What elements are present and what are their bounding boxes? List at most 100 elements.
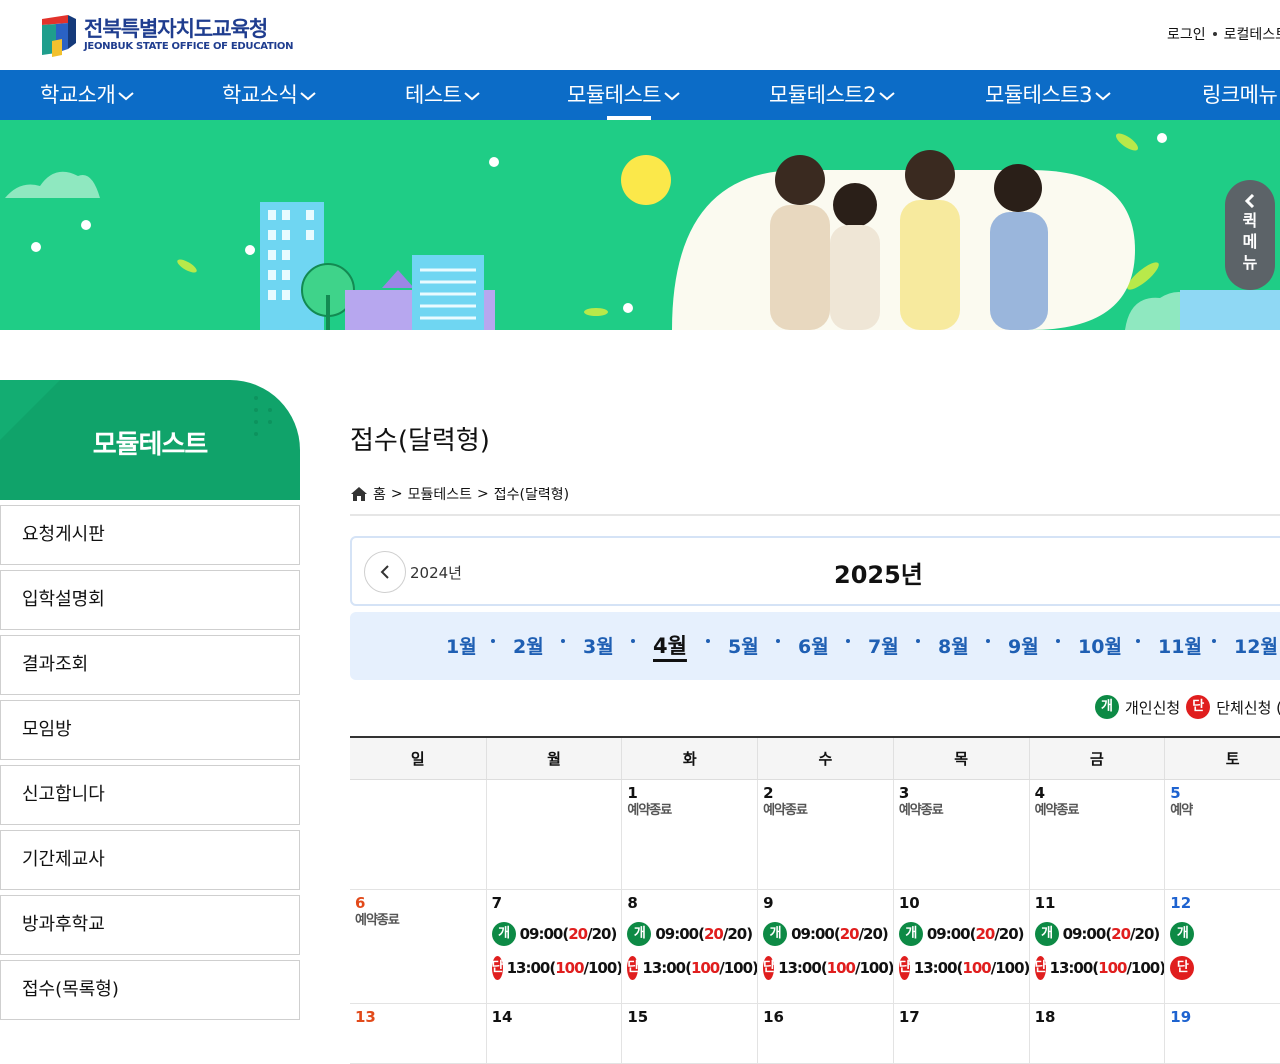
side-nav-item-meeting-room[interactable]: 모임방: [0, 700, 300, 760]
month-tab-10[interactable]: 10월: [1078, 632, 1122, 659]
local-test-link[interactable]: 로컬테스트: [1224, 27, 1280, 43]
login-link[interactable]: 로그인: [1167, 27, 1206, 43]
separator-dot: [1136, 639, 1140, 643]
nav-item-module-test[interactable]: 모듈테스트: [567, 70, 680, 120]
side-nav-item-request-board[interactable]: 요청게시판: [0, 505, 300, 565]
nav-item-link-menu[interactable]: 링크메뉴: [1202, 70, 1278, 120]
calendar-day: 13: [350, 1004, 486, 1063]
day-number: 8: [627, 894, 638, 912]
calendar-day-empty: [485, 780, 622, 889]
group-slot[interactable]: 단 13:00(100/100): [1034, 956, 1164, 980]
nav-label: 모듈테스트: [567, 83, 662, 107]
home-icon[interactable]: [350, 486, 368, 502]
group-legend-label: 단체신청 (: [1216, 698, 1280, 717]
month-tab-9[interactable]: 9월: [1008, 632, 1039, 659]
calendar-day: 12 개 단: [1164, 890, 1280, 1003]
prev-year-label[interactable]: 2024년: [410, 562, 462, 583]
day-number: 4: [1034, 784, 1045, 802]
group-badge: 단: [1034, 956, 1047, 980]
group-badge: 단: [763, 956, 775, 980]
month-tab-4[interactable]: 4월: [653, 630, 687, 660]
individual-slot[interactable]: 개 09:00(20/20): [491, 922, 617, 946]
individual-slot[interactable]: 개 09:00(20/20): [898, 922, 1025, 946]
main-navigation: 학교소개 학교소식 테스트 모듈테스트 모듈테스트2 모듈테스트3 링크메뉴: [0, 70, 1280, 120]
side-nav-item-admission-briefing[interactable]: 입학설명회: [0, 570, 300, 630]
month-tab-6[interactable]: 6월: [798, 632, 829, 659]
weekday-sat: 토: [1164, 738, 1280, 779]
group-badge: 단: [491, 956, 504, 980]
group-slot[interactable]: 단 13:00(100/100): [898, 956, 1029, 980]
prev-year-button[interactable]: [364, 551, 406, 593]
individual-badge: 개: [763, 922, 788, 946]
side-nav-item-report[interactable]: 신고합니다: [0, 765, 300, 825]
breadcrumb-module-test[interactable]: 모듈테스트: [408, 484, 472, 504]
status-closed: 예약종료: [898, 803, 944, 818]
month-tab-7[interactable]: 7월: [868, 632, 899, 659]
month-selector: 1월 2월 3월 4월 5월 6월 7월 8월 9월 10월 11월 12월: [350, 612, 1280, 680]
breadcrumb: 홈 > 모듈테스트 > 접수(달력형): [350, 484, 569, 504]
banner-illustration-icon: [5, 133, 1280, 330]
nav-item-school-intro[interactable]: 학교소개: [40, 70, 134, 120]
slot-total: /20): [1130, 925, 1160, 943]
calendar-day: 17: [892, 1004, 1029, 1063]
separator-dot: [706, 639, 710, 643]
weekday-wed: 수: [757, 738, 893, 779]
individual-badge: 개: [898, 922, 923, 946]
calendar-day: 5 예약: [1164, 780, 1280, 889]
nav-item-module-test-2[interactable]: 모듈테스트2: [769, 70, 895, 120]
breadcrumb-home[interactable]: 홈: [373, 484, 386, 504]
calendar-day: 4 예약종료: [1028, 780, 1165, 889]
individual-badge: 개: [627, 922, 652, 946]
nav-item-module-test-3[interactable]: 모듈테스트3: [985, 70, 1111, 120]
individual-badge: 개: [1034, 922, 1059, 946]
individual-slot[interactable]: 개: [1170, 922, 1280, 946]
day-number: 11: [1034, 894, 1056, 912]
day-number: 3: [898, 784, 910, 802]
site-logo[interactable]: 전북특별자치도교육청 JEONBUK STATE OFFICE OF EDUCA…: [38, 13, 293, 57]
month-tab-5[interactable]: 5월: [728, 632, 759, 659]
breadcrumb-separator: >: [477, 486, 489, 502]
individual-slot[interactable]: 개 09:00(20/20): [627, 922, 753, 946]
individual-badge: 개: [491, 922, 516, 946]
legend: 개 개인신청 단 단체신청 (: [1095, 695, 1280, 719]
status-closed: 예약종료: [1034, 803, 1080, 818]
side-nav-item-result-lookup[interactable]: 결과조회: [0, 635, 300, 695]
side-nav-item-contract-teacher[interactable]: 기간제교사: [0, 830, 300, 890]
nav-item-test[interactable]: 테스트: [405, 70, 481, 120]
month-tab-11[interactable]: 11월: [1158, 632, 1202, 659]
slot-booked: 20: [568, 925, 588, 943]
individual-slot[interactable]: 개 09:00(20/20): [1034, 922, 1160, 946]
month-tab-8[interactable]: 8월: [938, 632, 969, 659]
quick-menu-char: 퀵: [1242, 211, 1258, 230]
slot-total: /20): [994, 925, 1024, 943]
day-number: 15: [627, 1008, 649, 1026]
side-nav-item-after-school[interactable]: 방과후학교: [0, 895, 300, 955]
calendar-day: 9 개 09:00(20/20) 단 13:00(100/100): [757, 890, 893, 1003]
slot-time: 13:00: [1049, 959, 1094, 977]
calendar-day: 2 예약종료: [757, 780, 893, 889]
calendar-day: 1 예약종료: [621, 780, 757, 889]
group-slot[interactable]: 단 13:00(100/100): [491, 956, 621, 980]
month-tab-3[interactable]: 3월: [583, 632, 614, 659]
side-nav-item-reception-list[interactable]: 접수(목록형): [0, 960, 300, 1020]
status-closed: 예약: [1170, 803, 1193, 818]
individual-slot[interactable]: 개 09:00(20/20): [763, 922, 889, 946]
month-tab-1[interactable]: 1월: [446, 632, 477, 659]
weekday-sun: 일: [410, 750, 425, 768]
calendar-day: 14: [485, 1004, 622, 1063]
group-slot[interactable]: 단 13:00(100/100): [627, 956, 757, 980]
group-slot[interactable]: 단: [1170, 956, 1280, 980]
calendar-day: 11 개 09:00(20/20) 단 13:00(100/100): [1028, 890, 1164, 1003]
month-tab-2[interactable]: 2월: [513, 632, 544, 659]
slot-total: /100): [583, 959, 622, 977]
group-slot[interactable]: 단 13:00(100/100): [763, 956, 893, 980]
month-tab-12[interactable]: 12월: [1234, 632, 1278, 659]
logo-title: 전북특별자치도교육청: [84, 17, 268, 41]
slot-time: 13:00: [913, 959, 958, 977]
quick-menu-button[interactable]: 퀵 메 뉴: [1225, 180, 1275, 290]
separator-dot: [916, 639, 920, 643]
page-title: 접수(달력형): [350, 426, 490, 456]
nav-item-school-news[interactable]: 학교소식: [222, 70, 316, 120]
slot-time: 13:00: [506, 959, 551, 977]
nav-label: 링크메뉴: [1202, 83, 1278, 107]
